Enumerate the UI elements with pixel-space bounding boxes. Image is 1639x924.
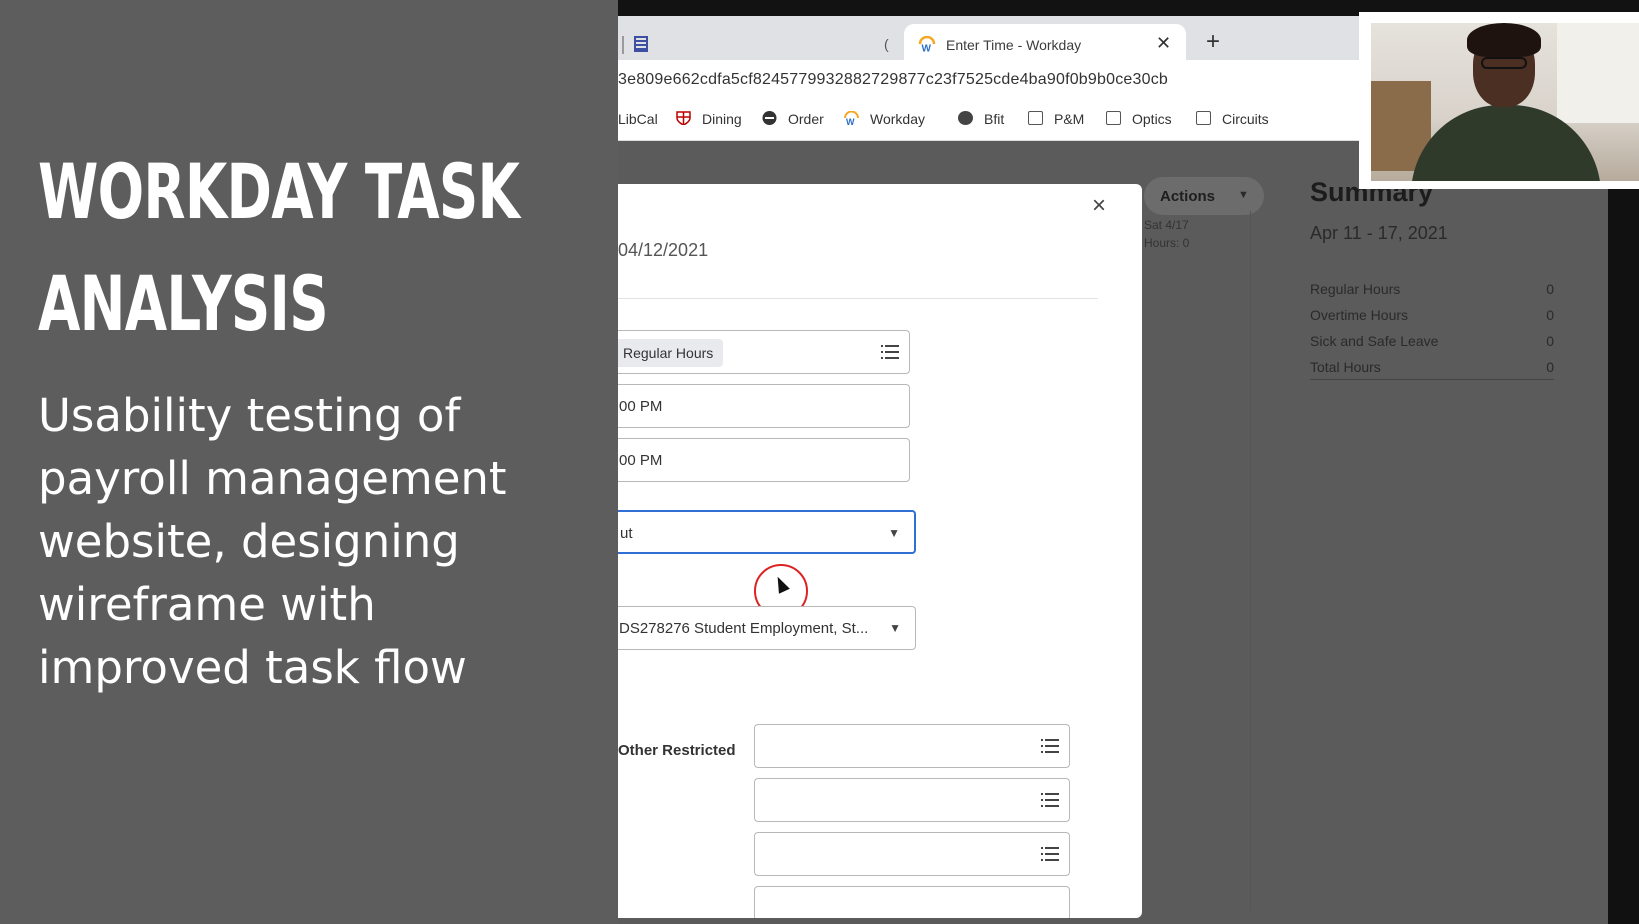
bookmark-order[interactable]: Order [788,111,824,127]
summary-value: 0 [1546,359,1554,375]
day-hours: Hours: 0 [1144,236,1190,250]
divider [1250,211,1251,911]
tab-separator [622,36,624,54]
tab-title: Enter Time - Workday [946,37,1082,53]
presenter-video [1371,23,1639,181]
restricted-field[interactable] [754,886,1070,918]
chevron-down-icon: ▼ [888,526,900,540]
screen-edge [1608,141,1639,924]
summary-divider [1310,379,1554,380]
summary-label: Sick and Safe Leave [1310,333,1439,349]
bookmark-libcal[interactable]: LibCal [618,111,658,127]
out-reason-select[interactable]: ut ▼ [618,510,916,554]
summary-row: Regular Hours 0 [1310,281,1554,297]
position-value: DS278276 Student Employment, St... [619,620,869,637]
slide-title-line: WORKDAY TASK [38,147,520,236]
get-icon [762,111,777,125]
dialog-divider [618,298,1098,299]
new-tab-button[interactable]: + [1206,30,1220,54]
bookmark-bfit[interactable]: Bfit [984,111,1004,127]
enter-time-dialog: × 04/12/2021 Regular Hours 00 PM 00 PM u… [618,184,1142,918]
restricted-label: Other Restricted [618,742,736,759]
svg-text:W: W [922,44,932,53]
restricted-field[interactable] [754,724,1070,768]
bookmark-optics[interactable]: Optics [1132,111,1172,127]
address-text[interactable]: 3e809e662cdfa5cf8245779932882729877c23f7… [618,71,1168,89]
slide-subtitle-line: payroll management [38,452,507,505]
folder-icon [1196,111,1211,125]
list-icon[interactable] [881,345,899,359]
slide-title-line: ANALYSIS [38,259,329,348]
summary-row: Total Hours 0 [1310,359,1554,375]
close-tab-icon[interactable]: ✕ [1156,33,1171,54]
in-time-value: 00 PM [619,398,663,415]
in-time-field[interactable]: 00 PM [618,384,910,428]
position-select[interactable]: DS278276 Student Employment, St... ▼ [618,606,916,650]
slide-subtitle-line: Usability testing of [38,389,461,442]
shield-icon [676,111,691,125]
slide-subtitle-line: improved task flow [38,641,467,694]
slide-panel: WORKDAY TASK ANALYSIS Usability testing … [0,0,618,924]
day-date: Sat 4/17 [1144,218,1189,232]
chevron-down-icon: ▼ [889,621,901,635]
folder-icon [1106,111,1121,125]
summary-row: Sick and Safe Leave 0 [1310,333,1554,349]
day-column: Sat 4/17 Hours: 0 [1144,216,1189,252]
apps-grid-icon[interactable] [634,36,648,52]
summary-range: Apr 11 - 17, 2021 [1310,223,1448,243]
slide-title: WORKDAY TASK ANALYSIS [38,136,520,360]
time-type-pill[interactable]: Regular Hours [618,339,724,367]
folder-icon [1028,111,1043,125]
out-time-field[interactable]: 00 PM [618,438,910,482]
actions-label: Actions [1160,188,1216,205]
list-icon[interactable] [1041,847,1059,861]
bookmark-dining[interactable]: Dining [702,111,742,127]
summary-label: Overtime Hours [1310,307,1409,323]
bookmark-workday[interactable]: Workday [870,111,925,127]
dialog-date: 04/12/2021 [618,240,709,260]
out-time-value: 00 PM [619,452,663,469]
close-icon[interactable]: × [1092,192,1106,220]
summary-value: 0 [1546,281,1554,297]
time-type-field[interactable]: Regular Hours [618,330,910,374]
webcam-overlay [1359,12,1639,189]
svg-text:W: W [846,117,855,125]
summary-value: 0 [1546,307,1554,323]
workday-icon: W [918,36,936,52]
slide-subtitle-line: wireframe with [38,578,376,631]
slide-subtitle-line: website, designing [38,515,460,568]
restricted-field[interactable] [754,832,1070,876]
list-icon[interactable] [1041,793,1059,807]
tab-partial[interactable]: ( [884,36,889,52]
globe-icon [958,111,973,125]
summary-label: Regular Hours [1310,281,1401,297]
chevron-down-icon: ▼ [1238,189,1249,201]
restricted-field[interactable] [754,778,1070,822]
summary-value: 0 [1546,333,1554,349]
actions-button[interactable]: Actions ▼ [1144,177,1264,215]
slide-subtitle: Usability testing of payroll management … [38,384,598,699]
summary-label: Total Hours [1310,359,1381,375]
bookmark-circuits[interactable]: Circuits [1222,111,1269,127]
list-icon[interactable] [1041,739,1059,753]
tab-enter-time[interactable]: W Enter Time - Workday ✕ [904,24,1186,60]
out-reason-value: ut [620,525,633,542]
workday-icon: W [844,111,859,125]
summary-row: Overtime Hours 0 [1310,307,1554,323]
bookmark-pm[interactable]: P&M [1054,111,1084,127]
